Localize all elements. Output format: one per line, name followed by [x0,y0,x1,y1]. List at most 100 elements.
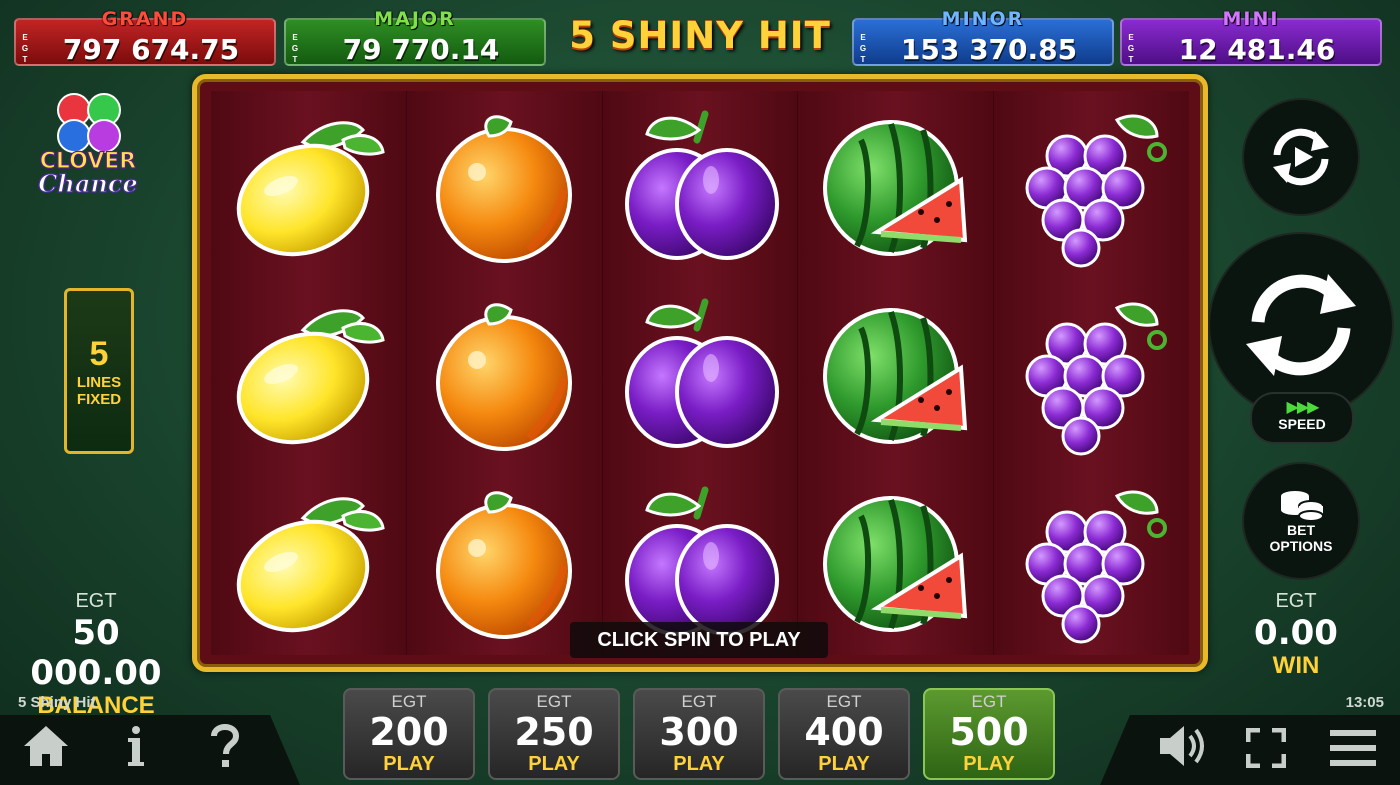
game-title: 5 SHINY HIT [569,14,831,57]
bet-play-label: PLAY [383,753,435,775]
win-label: WIN [1272,652,1320,679]
win-panel: EGT 0.00 WIN [1226,590,1366,679]
spin-icon [1246,274,1356,376]
autoplay-icon [1273,128,1329,186]
bet-play-label: PLAY [963,753,1015,775]
egt-tag-letter: E [292,33,298,42]
egt-tag: E G T [20,32,30,65]
jackpot-grand: E G T 797 674.75 GRAND [14,10,276,66]
bet-options-label-1: BET [1287,522,1315,538]
bet-button-200[interactable]: EGT 200 PLAY [343,688,475,780]
orange-icon [419,288,589,458]
egt-tag-letter: T [860,55,866,64]
reel-symbol-grapes [994,279,1189,467]
jackpot-mini-title: MINI [1222,8,1280,30]
orange-icon [419,476,589,646]
lines-fixed-panel: 5 LINES FIXED [64,288,134,454]
reel-2 [406,91,603,655]
coins-icon [1281,491,1324,522]
bet-options-button[interactable]: BET OPTIONS [1242,462,1360,580]
plum-icon [615,288,785,458]
bet-amount: 400 [804,710,884,754]
reel-symbol-grapes [994,91,1189,279]
reel-symbol-lemon [211,467,406,655]
speed-button[interactable]: ▶▶▶ SPEED [1250,392,1354,444]
help-icon[interactable] [210,724,240,773]
bet-currency: EGT [391,692,427,711]
lines-label: LINES [76,374,122,391]
jackpot-major: E G T 79 770.14 MAJOR [284,10,546,66]
bet-amount: 300 [659,710,739,754]
home-icon[interactable] [22,724,70,773]
lemon-icon [223,288,393,458]
egt-tag-letter: G [291,44,299,53]
bet-currency: EGT [536,692,572,711]
watermelon-icon [811,288,981,458]
jackpot-minor: E G T 153 370.85 MINOR [852,10,1114,66]
fixed-label: FIXED [76,391,122,408]
sound-icon[interactable] [1158,724,1208,773]
jackpot-minor-title: MINOR [941,8,1025,30]
reel-symbol-lemon [211,91,406,279]
bet-play-label: PLAY [528,753,580,775]
egt-tag-letter: G [21,44,29,53]
jackpot-grand-title: GRAND [101,8,189,30]
win-amount: 0.00 [1254,613,1338,653]
balance-amount: 50 000.00 [30,613,162,693]
lemon-icon [223,100,393,270]
plum-icon [615,476,785,646]
reel-symbol-orange [407,279,602,467]
reel-symbol-plum [603,91,798,279]
jackpot-minor-value: 153 370.85 [900,33,1078,66]
bet-play-label: PLAY [818,753,870,775]
jackpot-major-title: MAJOR [374,8,456,30]
jackpot-grand-value: 797 674.75 [62,33,240,66]
speed-label: SPEED [1278,416,1326,432]
balance-currency: EGT [75,590,117,612]
logo-line2: Chance [38,169,137,198]
bet-button-250[interactable]: EGT 250 PLAY [488,688,620,780]
egt-tag-letter: G [1127,44,1135,53]
reel-4 [798,91,995,655]
jackpot-mini: E G T 12 481.46 MINI [1120,10,1382,66]
bet-button-400[interactable]: EGT 400 PLAY [778,688,910,780]
lines-count: 5 [89,335,109,373]
bet-currency: EGT [971,692,1007,711]
bet-currency: EGT [826,692,862,711]
egt-tag-letter: E [22,33,28,42]
lemon-icon [223,476,393,646]
bet-amount: 500 [949,710,1029,754]
speed-icon: ▶▶▶ [1286,399,1320,416]
grapes-icon [1007,288,1177,458]
bet-amount: 200 [369,710,449,754]
bet-button-500[interactable]: EGT 500 PLAY [923,688,1055,780]
egt-tag: E G T [290,32,300,65]
egt-tag: E G T [1126,32,1136,65]
reel-symbol-orange [407,91,602,279]
egt-tag-letter: E [860,33,866,42]
spin-button[interactable] [1208,232,1394,418]
menu-icon[interactable] [1330,728,1376,773]
reel-1 [211,91,407,655]
bet-button-300[interactable]: EGT 300 PLAY [633,688,765,780]
bet-options-label-2: OPTIONS [1269,538,1333,554]
bet-currency: EGT [681,692,717,711]
game-name: 5 Shiny Hit [18,694,96,711]
fullscreen-icon[interactable] [1245,727,1287,773]
plum-icon [615,100,785,270]
grapes-icon [1007,100,1177,270]
reel-5 [994,91,1189,655]
bet-play-label: PLAY [673,753,725,775]
egt-tag-letter: E [1128,33,1134,42]
autoplay-button[interactable] [1242,98,1360,216]
egt-tag-letter: T [22,55,28,64]
reel-symbol-plum [603,279,798,467]
jackpot-mini-value: 12 481.46 [1178,33,1336,66]
info-icon[interactable] [124,724,148,773]
reel-symbol-watermelon [798,91,993,279]
reels [211,91,1189,655]
reel-symbol-grapes [994,467,1189,655]
clover-chance-logo: CLOVER Chance [28,88,148,208]
watermelon-icon [811,100,981,270]
jackpot-major-value: 79 770.14 [342,33,500,66]
